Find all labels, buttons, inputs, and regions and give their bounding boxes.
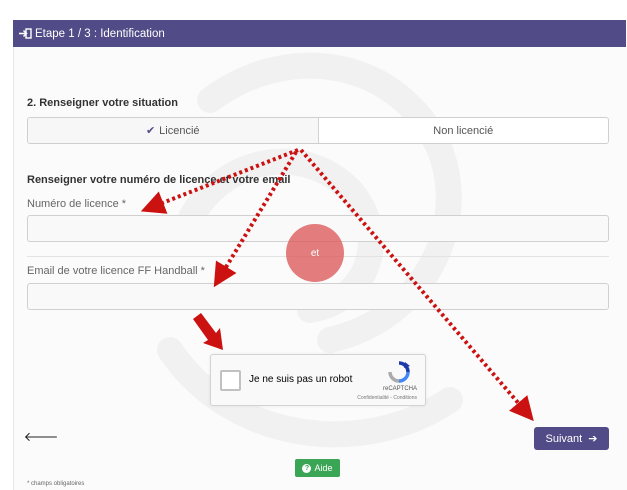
recaptcha-brand: reCAPTCHA: [382, 386, 417, 392]
recaptcha-widget: Je ne suis pas un robot reCAPTCHA Confid…: [210, 354, 426, 406]
question-circle-icon: ?: [302, 463, 312, 473]
licence-section-title: Renseigner votre numéro de licence et vo…: [27, 174, 291, 186]
back-button[interactable]: 🡐: [24, 427, 59, 447]
recaptcha-logo-icon: [388, 361, 410, 383]
next-button[interactable]: Suivant ➔: [534, 427, 609, 450]
option-non-licencie-label: Non licencié: [433, 124, 494, 137]
email-input[interactable]: [27, 283, 609, 310]
sign-in-icon: [19, 28, 32, 39]
option-licencie[interactable]: ✔ Licencié: [28, 118, 318, 143]
annotation-circle-text: et: [310, 247, 320, 259]
arrow-left-icon: 🡐: [23, 429, 59, 444]
annotation-circle: et: [286, 224, 344, 282]
option-licencie-label: Licencié: [159, 124, 200, 137]
recaptcha-terms[interactable]: Confidentialité - Conditions: [357, 395, 417, 401]
licence-number-label: Numéro de licence *: [27, 198, 127, 210]
option-non-licencie[interactable]: Non licencié: [317, 118, 609, 143]
check-icon: ✔: [145, 125, 156, 137]
step-title: Etape 1 / 3 : Identification: [35, 27, 165, 40]
situation-title: 2. Renseigner votre situation: [27, 97, 178, 109]
situation-toggle: ✔ Licencié Non licencié: [27, 117, 609, 144]
recaptcha-label: Je ne suis pas un robot: [249, 374, 353, 385]
recaptcha-checkbox[interactable]: [220, 370, 241, 391]
help-button-label: Aide: [314, 463, 333, 473]
required-fields-note: * champs obligatoires: [27, 481, 85, 487]
arrow-right-icon: ➔: [588, 433, 598, 445]
step-header: Etape 1 / 3 : Identification: [13, 20, 626, 47]
email-label: Email de votre licence FF Handball *: [27, 265, 205, 277]
help-button[interactable]: ? Aide: [295, 459, 340, 477]
next-button-label: Suivant: [545, 432, 583, 445]
